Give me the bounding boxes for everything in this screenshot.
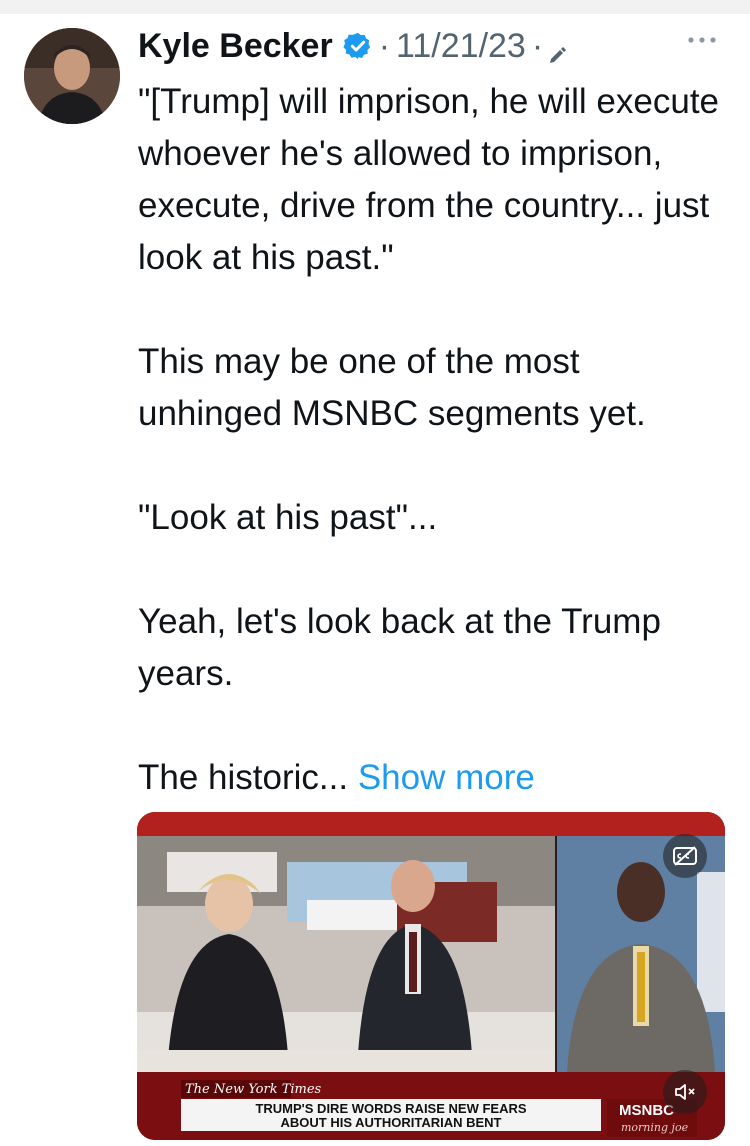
headline-line-1: TRUMP'S DIRE WORDS RAISE NEW FEARS [255,1101,527,1116]
verified-badge-icon [343,31,373,61]
tweet-last-line: The historic... Show more [138,752,728,804]
tweet-date[interactable]: 11/21/23 [396,27,526,66]
msnbc-logo: MSNBC [619,1102,674,1119]
tweet-paragraph: "Look at his past"... [138,498,438,537]
more-options-icon[interactable] [684,30,720,50]
tweet-text: "[Trump] will imprison, he will execute … [138,76,728,804]
show-logo: morning joe [621,1121,689,1134]
mute-icon[interactable] [663,1070,707,1114]
avatar[interactable] [24,28,120,124]
tweet-paragraph: "[Trump] will imprison, he will execute … [138,82,720,277]
headline-line-2: ABOUT HIS AUTHORITARIAN BENT [280,1115,502,1130]
separator: · [378,26,391,65]
show-more-link[interactable]: Show more [358,758,535,797]
nyt-logo: The New York Times [185,1082,322,1097]
captions-icon[interactable] [663,834,707,878]
tweet-paragraph: Yeah, let's look back at the Trump years… [138,602,661,693]
tweet-header: Kyle Becker · 11/21/23 · [138,24,569,68]
separator-2: · [531,26,544,65]
author-name[interactable]: Kyle Becker [138,27,333,66]
top-strip [0,0,750,14]
tweet-paragraph: This may be one of the most unhinged MSN… [138,342,646,433]
video-player[interactable]: The New York Times TRUMP'S DIRE WORDS RA… [137,812,725,1140]
tweet-paragraph: The historic... [138,758,349,797]
edit-icon [547,35,569,63]
